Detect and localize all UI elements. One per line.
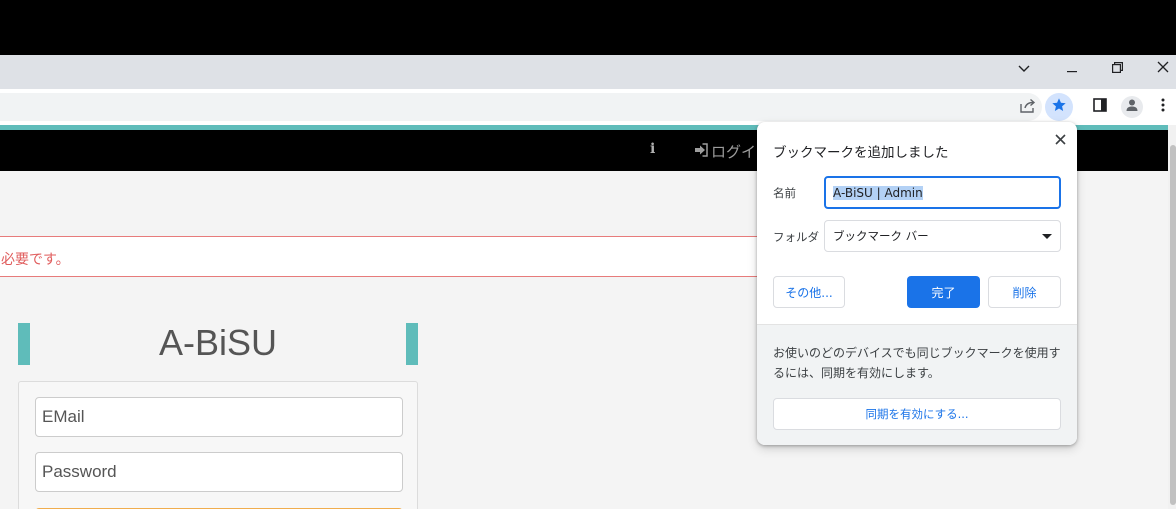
page-scrollbar-thumb[interactable] [1170, 145, 1176, 505]
bookmark-name-field[interactable]: A-BiSU | Admin [824, 176, 1061, 209]
dialog-title: ブックマークを追加しました [773, 145, 949, 161]
browser-menu-button[interactable] [1152, 93, 1174, 121]
folder-select[interactable]: ブックマーク バー [824, 220, 1061, 252]
chevron-down-icon [1018, 62, 1030, 77]
done-button[interactable]: 完了 [907, 276, 980, 308]
close-window-button[interactable] [1140, 55, 1176, 83]
info-icon[interactable]: i [650, 141, 662, 157]
tab-search-button[interactable] [1001, 55, 1047, 83]
brand-accent-left [18, 323, 30, 365]
close-icon [1157, 61, 1169, 77]
dialog-close-button[interactable] [1049, 128, 1071, 150]
brand-accent-right [406, 323, 418, 365]
more-button[interactable]: その他... [773, 276, 845, 308]
address-bar[interactable] [0, 93, 1042, 121]
sign-in-icon [694, 142, 708, 161]
enable-sync-button[interactable]: 同期を有効にする... [773, 398, 1061, 430]
restore-icon [1111, 61, 1123, 77]
share-icon [1020, 98, 1036, 117]
email-field[interactable] [35, 397, 403, 437]
minimize-button[interactable] [1049, 55, 1095, 83]
sync-message: お使いのどのデバイスでも同じブックマークを使用するには、同期を有効にします。 [773, 346, 1061, 380]
star-icon [1051, 97, 1067, 117]
login-form [18, 381, 418, 509]
profile-button[interactable] [1118, 93, 1146, 121]
side-panel-button[interactable] [1086, 93, 1114, 121]
avatar [1121, 96, 1143, 118]
brand-title: A-BiSU [158, 322, 278, 363]
error-alert: 必要です。 [0, 236, 770, 277]
alert-message: 必要です。 [1, 251, 70, 267]
more-vert-icon [1161, 98, 1165, 116]
password-field[interactable] [35, 452, 403, 492]
restore-button[interactable] [1094, 55, 1140, 83]
sync-promo: お使いのどのデバイスでも同じブックマークを使用するには、同期を有効にします。 同… [757, 324, 1077, 445]
name-label: 名前 [773, 186, 796, 200]
screen-top-bar [0, 0, 1176, 55]
tab-strip [0, 55, 1176, 89]
folder-selected-value: ブックマーク バー [833, 229, 929, 243]
bookmark-name-value: A-BiSU | Admin [833, 185, 923, 200]
bookmark-added-dialog: ブックマークを追加しました 名前 A-BiSU | Admin フォルダ ブック… [757, 122, 1077, 445]
close-icon [1054, 130, 1066, 149]
bookmark-star-button[interactable] [1045, 93, 1073, 121]
folder-label: フォルダ [773, 230, 819, 244]
minimize-icon [1067, 62, 1077, 77]
person-icon [1125, 98, 1139, 116]
remove-button[interactable]: 削除 [988, 276, 1061, 308]
dropdown-caret-icon [1042, 233, 1052, 239]
share-button[interactable] [1014, 93, 1042, 121]
side-panel-icon [1093, 98, 1107, 116]
